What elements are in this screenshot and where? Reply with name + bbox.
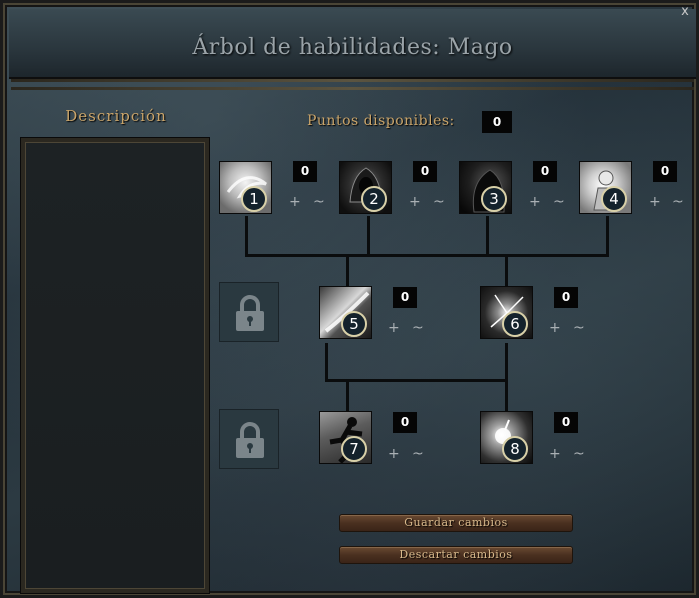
skill-8-points: 0 [554,412,578,433]
tree-line [606,216,609,256]
padlock-icon [236,295,264,331]
tree-line [505,254,508,286]
locked-slot-tier-3 [219,409,279,469]
skill-8-number: 8 [502,436,528,462]
header-divider-lower [11,87,694,90]
skill-7-points: 0 [393,412,417,433]
skill-tree-window: Árbol de habilidades: Mago x Descripción… [0,0,699,598]
tree-line [505,379,508,411]
skill-5-minus-button[interactable]: ~ [412,321,424,335]
skill-4-number: 4 [601,186,627,212]
skill-6-minus-button[interactable]: ~ [573,321,585,335]
save-changes-button[interactable]: Guardar cambios [339,514,573,532]
tree-line [245,254,609,257]
skill-3-plus-button[interactable]: + [529,195,541,209]
tree-line [505,343,508,381]
skill-2-minus-button[interactable]: ~ [433,195,445,209]
skill-4-points: 0 [653,161,677,182]
available-points-value: 0 [482,111,512,133]
skill-5-number: 5 [341,311,367,337]
skill-3-minus-button[interactable]: ~ [553,195,565,209]
skill-6-number: 6 [502,311,528,337]
skill-3-number: 3 [481,186,507,212]
padlock-icon [236,422,264,458]
description-title: Descripción [65,107,167,125]
title-bar: Árbol de habilidades: Mago [9,9,696,79]
tree-line [346,379,349,411]
discard-changes-button[interactable]: Descartar cambios [339,546,573,564]
available-points-label: Puntos disponibles: [307,113,455,129]
skill-2-points: 0 [413,161,437,182]
skill-4-minus-button[interactable]: ~ [672,195,684,209]
skill-8-minus-button[interactable]: ~ [573,447,585,461]
skill-7-minus-button[interactable]: ~ [412,447,424,461]
skill-7-number: 7 [341,436,367,462]
tree-line [486,216,489,256]
skill-5-points: 0 [393,287,417,308]
skill-1-minus-button[interactable]: ~ [313,195,325,209]
skill-2-plus-button[interactable]: + [409,195,421,209]
skill-8-plus-button[interactable]: + [549,447,561,461]
skill-2-number: 2 [361,186,387,212]
skill-1-points: 0 [293,161,317,182]
description-panel [21,138,209,593]
tree-line [245,216,248,256]
tree-line [367,216,370,256]
tree-line [325,343,328,381]
close-button[interactable]: x [678,5,692,19]
skill-6-points: 0 [554,287,578,308]
skill-6-plus-button[interactable]: + [549,321,561,335]
tree-line [325,379,508,382]
tree-line [346,254,349,286]
skill-1-plus-button[interactable]: + [289,195,301,209]
skill-3-points: 0 [533,161,557,182]
header-divider [11,79,694,82]
skill-1-number: 1 [241,186,267,212]
skill-7-plus-button[interactable]: + [388,447,400,461]
window-title: Árbol de habilidades: Mago [192,35,513,60]
locked-slot-tier-2 [219,282,279,342]
skill-4-plus-button[interactable]: + [649,195,661,209]
skill-5-plus-button[interactable]: + [388,321,400,335]
